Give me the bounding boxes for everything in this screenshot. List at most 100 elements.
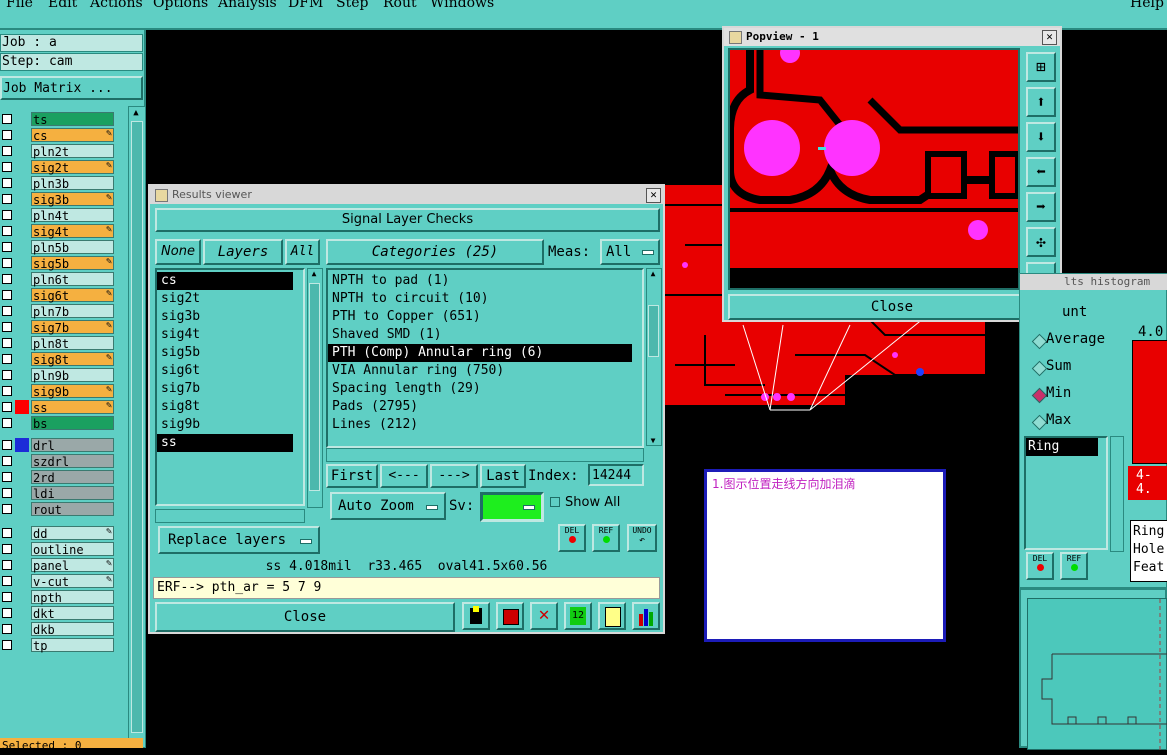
erf-disabled-icon[interactable]: ✕ — [530, 602, 558, 630]
signal-layer-checks-header[interactable]: Signal Layer Checks — [155, 208, 660, 232]
menu-dfm[interactable]: DFM — [288, 0, 323, 11]
replace-layers-dropdown[interactable]: Replace layers — [158, 526, 320, 554]
layer-row-pln5b[interactable]: pln5b — [0, 240, 116, 255]
layer-row-sig8t[interactable]: sig8t ✎ — [0, 352, 116, 367]
radio-average[interactable] — [1031, 333, 1048, 350]
zoom-fit-icon[interactable]: ⊞ — [1026, 52, 1056, 82]
layer-row-sig3b[interactable]: sig3b ✎ — [0, 192, 116, 207]
severity-color-dropdown[interactable] — [480, 492, 544, 522]
category-scrollbar[interactable]: ▲ ▼ — [646, 268, 662, 446]
layer-row-rout[interactable]: rout — [0, 502, 116, 517]
menu-options[interactable]: Options — [153, 0, 208, 11]
layer-row-dkt[interactable]: dkt — [0, 606, 116, 621]
layer-list-item[interactable]: cs — [157, 272, 293, 290]
results-viewer-close-icon[interactable]: ✕ — [646, 188, 661, 203]
layer-row-dd[interactable]: dd ✎ — [0, 526, 116, 541]
layer-checkbox[interactable] — [2, 338, 12, 348]
layer-checkbox[interactable] — [2, 608, 12, 618]
layer-list-item[interactable]: sig9b — [157, 416, 293, 434]
layer-row-sig9b[interactable]: sig9b ✎ — [0, 384, 116, 399]
index-input[interactable] — [588, 464, 644, 486]
job-matrix-button[interactable]: Job Matrix ... — [0, 76, 143, 100]
outline-preview-canvas[interactable] — [1027, 598, 1167, 751]
pan-left-icon[interactable]: ⬅ — [1026, 157, 1056, 187]
category-list-item[interactable]: NPTH to pad (1) — [328, 272, 632, 290]
layer-row-2rd[interactable]: 2rd — [0, 470, 116, 485]
layer-row-ts[interactable]: ts — [0, 112, 116, 127]
layer-row-outline[interactable]: outline — [0, 542, 116, 557]
scroll-thumb[interactable] — [309, 283, 320, 491]
radio-min[interactable] — [1031, 387, 1048, 404]
radio-max[interactable] — [1031, 414, 1048, 431]
layer-checkbox[interactable] — [2, 624, 12, 634]
scroll-up-arrow-icon[interactable]: ▲ — [647, 269, 659, 278]
layer-checkbox[interactable] — [2, 456, 12, 466]
category-list-item[interactable]: PTH (Comp) Annular ring (6) — [328, 344, 632, 362]
category-list-item[interactable]: Lines (212) — [328, 416, 632, 434]
layer-list-item[interactable]: sig5b — [157, 344, 293, 362]
scroll-up-arrow-icon[interactable]: ▲ — [308, 269, 320, 278]
category-list[interactable]: NPTH to pad (1) NPTH to circuit (10) PTH t… — [326, 268, 644, 448]
layer-checkbox[interactable] — [2, 242, 12, 252]
layer-checkbox[interactable] — [2, 640, 12, 650]
histogram-list[interactable]: Ring — [1024, 436, 1108, 550]
layer-checkbox[interactable] — [2, 354, 12, 364]
layer-list-item[interactable]: ss — [157, 434, 293, 452]
highlight-tool-icon[interactable] — [462, 602, 490, 630]
layer-checkbox[interactable] — [2, 544, 12, 554]
layer-checkbox[interactable] — [2, 560, 12, 570]
layer-checkbox[interactable] — [2, 162, 12, 172]
layer-checkbox[interactable] — [2, 290, 12, 300]
results-viewer-titlebar[interactable]: Results viewer ✕ — [150, 186, 663, 204]
layer-list-item[interactable]: sig7b — [157, 380, 293, 398]
menu-edit[interactable]: Edit — [48, 0, 77, 11]
layer-checkbox[interactable] — [2, 258, 12, 268]
layer-row-drl[interactable]: drl — [0, 438, 116, 453]
menu-step[interactable]: Step — [336, 0, 368, 11]
none-button[interactable]: None — [155, 239, 201, 265]
layer-list-item[interactable]: sig8t — [157, 398, 293, 416]
pan-up-icon[interactable]: ⬆ — [1026, 87, 1056, 117]
report-tool-icon[interactable] — [496, 602, 524, 630]
meas-dropdown[interactable]: All — [600, 239, 660, 265]
popview-close-button[interactable]: Close — [728, 294, 1056, 320]
layer-row-v-cut[interactable]: v-cut ✎ — [0, 574, 116, 589]
ref-button[interactable]: REF — [592, 524, 620, 552]
prev-button[interactable]: <--- — [380, 464, 428, 488]
layer-checkbox[interactable] — [2, 306, 12, 316]
menu-analysis[interactable]: Analysis — [218, 0, 277, 11]
layer-list-scrollbar[interactable]: ▲ — [128, 106, 146, 748]
layer-checkbox[interactable] — [2, 592, 12, 602]
layer-row-sig5b[interactable]: sig5b ✎ — [0, 256, 116, 271]
menu-file[interactable]: File — [6, 0, 33, 11]
category-list-item[interactable]: VIA Annular ring (750) — [328, 362, 632, 380]
number-tool-icon[interactable]: 12 — [564, 602, 592, 630]
layer-checkbox[interactable] — [2, 528, 12, 538]
categories-button[interactable]: Categories (25) — [326, 239, 544, 265]
layer-checkbox[interactable] — [2, 226, 12, 236]
layer-checkbox[interactable] — [2, 274, 12, 284]
popview-canvas[interactable] — [726, 43, 1021, 290]
results-layer-list[interactable]: cs sig2t sig3b sig4t sig5b sig6t sig7b sig8t sig… — [155, 268, 305, 506]
menu-rout[interactable]: Rout — [383, 0, 417, 11]
popview-titlebar[interactable]: Popview - 1 ✕ — [724, 28, 1060, 46]
window-menu-icon[interactable] — [155, 189, 168, 202]
layer-row-pln3b[interactable]: pln3b — [0, 176, 116, 191]
all-button[interactable]: All — [285, 239, 320, 265]
layer-checkbox[interactable] — [2, 322, 12, 332]
layer-row-dkb[interactable]: dkb — [0, 622, 116, 637]
menu-windows[interactable]: Windows — [430, 0, 494, 11]
layer-row-tp[interactable]: tp — [0, 638, 116, 653]
category-list-item[interactable]: Pads (2795) — [328, 398, 632, 416]
zoom-out-icon[interactable]: ✣ — [1026, 227, 1056, 257]
category-list-item[interactable]: Shaved SMD (1) — [328, 326, 632, 344]
histogram-list-scrollbar[interactable] — [1110, 436, 1124, 552]
layers-button[interactable]: Layers — [203, 239, 283, 265]
layer-list-item[interactable]: sig4t — [157, 326, 293, 344]
layer-row-pln4t[interactable]: pln4t — [0, 208, 116, 223]
layer-checkbox[interactable] — [2, 130, 12, 140]
layer-row-pln9b[interactable]: pln9b — [0, 368, 116, 383]
layer-checkbox[interactable] — [2, 370, 12, 380]
scroll-thumb[interactable] — [131, 121, 143, 733]
category-hscrollbar[interactable] — [326, 448, 644, 462]
